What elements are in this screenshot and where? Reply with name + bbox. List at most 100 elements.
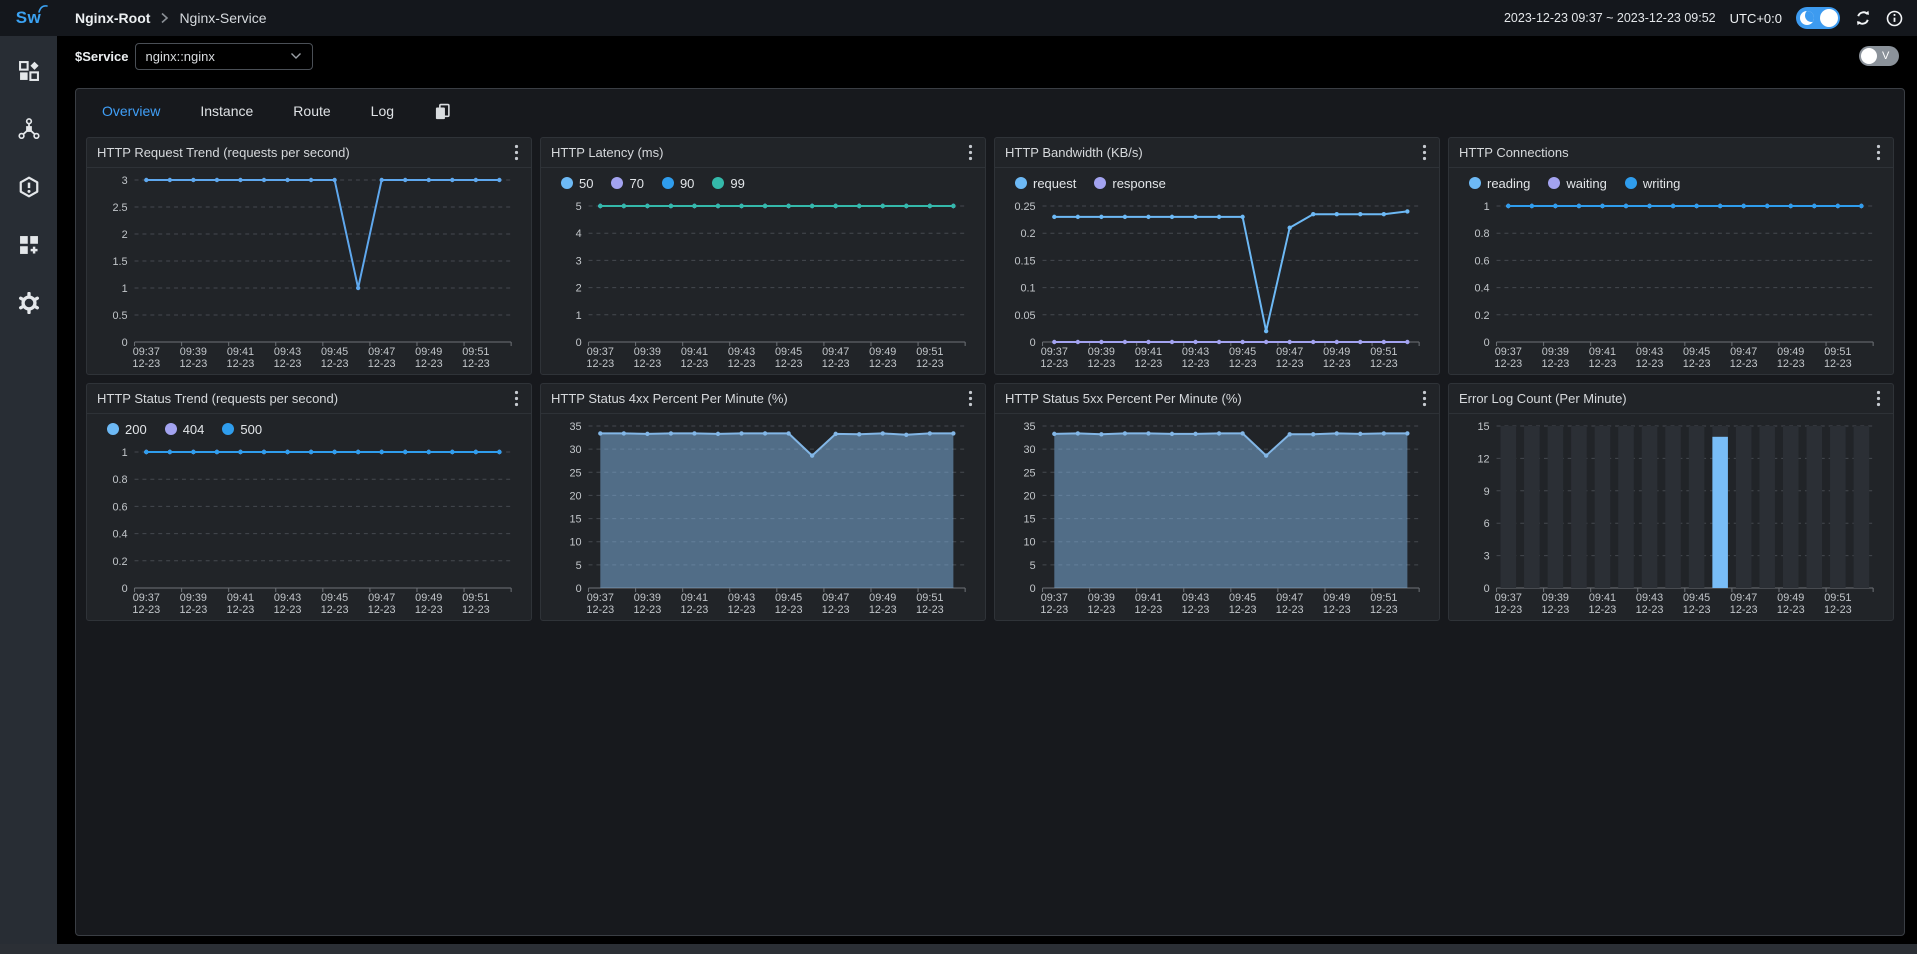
svg-text:5: 5 (576, 560, 582, 572)
svg-text:09:3712-23: 09:3712-23 (586, 346, 614, 370)
chevron-down-icon (290, 52, 302, 60)
svg-text:0.6: 0.6 (113, 501, 128, 513)
tab-instance[interactable]: Instance (200, 103, 253, 119)
chart-title: HTTP Connections (1459, 145, 1569, 160)
legend-item[interactable]: 90 (662, 176, 694, 191)
horizontal-scrollbar[interactable] (0, 944, 1917, 954)
chart-more-menu-icon[interactable] (966, 142, 975, 163)
tab-route[interactable]: Route (293, 103, 330, 119)
breadcrumb-current[interactable]: Nginx-Service (179, 10, 266, 26)
legend-item[interactable]: writing (1625, 176, 1681, 191)
app-logo[interactable]: Sw (0, 8, 57, 28)
legend-dot-icon (662, 177, 674, 189)
legend-item[interactable]: 500 (222, 422, 262, 437)
svg-text:09:4512-23: 09:4512-23 (1683, 346, 1711, 370)
sidebar (0, 36, 57, 944)
svg-text:09:4512-23: 09:4512-23 (1683, 592, 1711, 616)
sidebar-item-topology[interactable] (16, 116, 42, 142)
legend-item[interactable]: waiting (1548, 176, 1606, 191)
refresh-icon[interactable] (1854, 9, 1872, 27)
svg-text:09:4712-23: 09:4712-23 (822, 592, 850, 616)
breadcrumb-root[interactable]: Nginx-Root (75, 10, 150, 26)
svg-text:0: 0 (576, 337, 582, 349)
svg-text:0.25: 0.25 (1014, 201, 1035, 213)
sidebar-item-alerting[interactable] (16, 174, 42, 200)
svg-text:35: 35 (570, 421, 582, 433)
svg-text:09:3912-23: 09:3912-23 (1087, 346, 1115, 370)
legend-label: response (1112, 176, 1165, 191)
svg-text:09:4112-23: 09:4112-23 (1589, 592, 1617, 616)
legend-item[interactable]: 70 (611, 176, 643, 191)
chart-more-menu-icon[interactable] (512, 388, 521, 409)
version-toggle[interactable]: V (1859, 46, 1899, 66)
legend-item[interactable]: 200 (107, 422, 147, 437)
legend-dot-icon (712, 177, 724, 189)
svg-text:09:3712-23: 09:3712-23 (132, 592, 160, 616)
chart-more-menu-icon[interactable] (1874, 388, 1883, 409)
svg-text:0.6: 0.6 (1475, 255, 1490, 267)
service-select[interactable]: nginx::nginx (135, 43, 313, 70)
svg-text:2: 2 (122, 229, 128, 241)
legend-item[interactable]: reading (1469, 176, 1530, 191)
topology-icon (18, 118, 40, 140)
chart-more-menu-icon[interactable] (1874, 142, 1883, 163)
legend-item[interactable]: response (1094, 176, 1165, 191)
svg-text:09:4912-23: 09:4912-23 (1777, 592, 1805, 616)
svg-text:3: 3 (1484, 551, 1490, 563)
tab-overview[interactable]: Overview (102, 103, 160, 119)
svg-text:09:4912-23: 09:4912-23 (1323, 592, 1351, 616)
legend-label: 99 (730, 176, 744, 191)
svg-text:2: 2 (576, 283, 582, 295)
svg-text:09:4712-23: 09:4712-23 (368, 346, 396, 370)
chart-more-menu-icon[interactable] (1420, 142, 1429, 163)
legend-item[interactable]: 50 (561, 176, 593, 191)
legend-item[interactable]: 99 (712, 176, 744, 191)
chart-title: HTTP Latency (ms) (551, 145, 663, 160)
legend-item[interactable]: 404 (165, 422, 205, 437)
svg-text:0.2: 0.2 (1475, 310, 1490, 322)
svg-text:09:3912-23: 09:3912-23 (1541, 346, 1569, 370)
chart-plot: 0510152025303509:3712-2309:3912-2309:411… (549, 416, 977, 620)
time-range[interactable]: 2023-12-23 09:37 ~ 2023-12-23 09:52 (1504, 11, 1716, 25)
svg-text:2.5: 2.5 (113, 202, 128, 214)
svg-text:09:4912-23: 09:4912-23 (869, 346, 897, 370)
chart-title: HTTP Status Trend (requests per second) (97, 391, 338, 406)
svg-text:0: 0 (1484, 337, 1490, 349)
svg-text:09:4112-23: 09:4112-23 (227, 346, 255, 370)
copy-icon[interactable] (434, 103, 451, 120)
chart-legend: reading waiting writing (1457, 170, 1885, 196)
sidebar-item-settings[interactable] (16, 290, 42, 316)
svg-text:09:4312-23: 09:4312-23 (1636, 592, 1664, 616)
svg-text:10: 10 (1024, 537, 1036, 549)
chart-more-menu-icon[interactable] (966, 388, 975, 409)
svg-text:09:4512-23: 09:4512-23 (1229, 346, 1257, 370)
svg-text:09:3712-23: 09:3712-23 (1494, 346, 1522, 370)
svg-text:09:4912-23: 09:4912-23 (415, 346, 443, 370)
legend-dot-icon (1015, 177, 1027, 189)
svg-text:09:5112-23: 09:5112-23 (1370, 346, 1398, 370)
sidebar-item-dashboards[interactable] (16, 58, 42, 84)
info-icon[interactable] (1886, 10, 1903, 27)
widgets-plus-icon (18, 234, 40, 256)
tab-log[interactable]: Log (371, 103, 394, 119)
timezone-label: UTC+0:0 (1730, 11, 1782, 26)
chart-card-http-status-5xx: HTTP Status 5xx Percent Per Minute (%)05… (994, 383, 1440, 621)
svg-text:4: 4 (576, 228, 582, 240)
sidebar-item-widgets[interactable] (16, 232, 42, 258)
legend-label: 70 (629, 176, 643, 191)
dark-mode-toggle[interactable] (1796, 7, 1840, 29)
svg-text:10: 10 (570, 537, 582, 549)
svg-text:09:4312-23: 09:4312-23 (1182, 592, 1210, 616)
version-toggle-label: V (1882, 50, 1889, 62)
svg-text:30: 30 (1024, 444, 1036, 456)
chart-more-menu-icon[interactable] (1420, 388, 1429, 409)
alert-hexagon-icon (18, 176, 40, 198)
svg-text:0.8: 0.8 (1475, 228, 1490, 240)
svg-text:09:5112-23: 09:5112-23 (916, 346, 944, 370)
legend-dot-icon (1548, 177, 1560, 189)
legend-item[interactable]: request (1015, 176, 1076, 191)
chart-more-menu-icon[interactable] (512, 142, 521, 163)
svg-text:09:4312-23: 09:4312-23 (728, 592, 756, 616)
chart-card-error-log-count: Error Log Count (Per Minute)0369121509:3… (1448, 383, 1894, 621)
legend-label: 200 (125, 422, 147, 437)
